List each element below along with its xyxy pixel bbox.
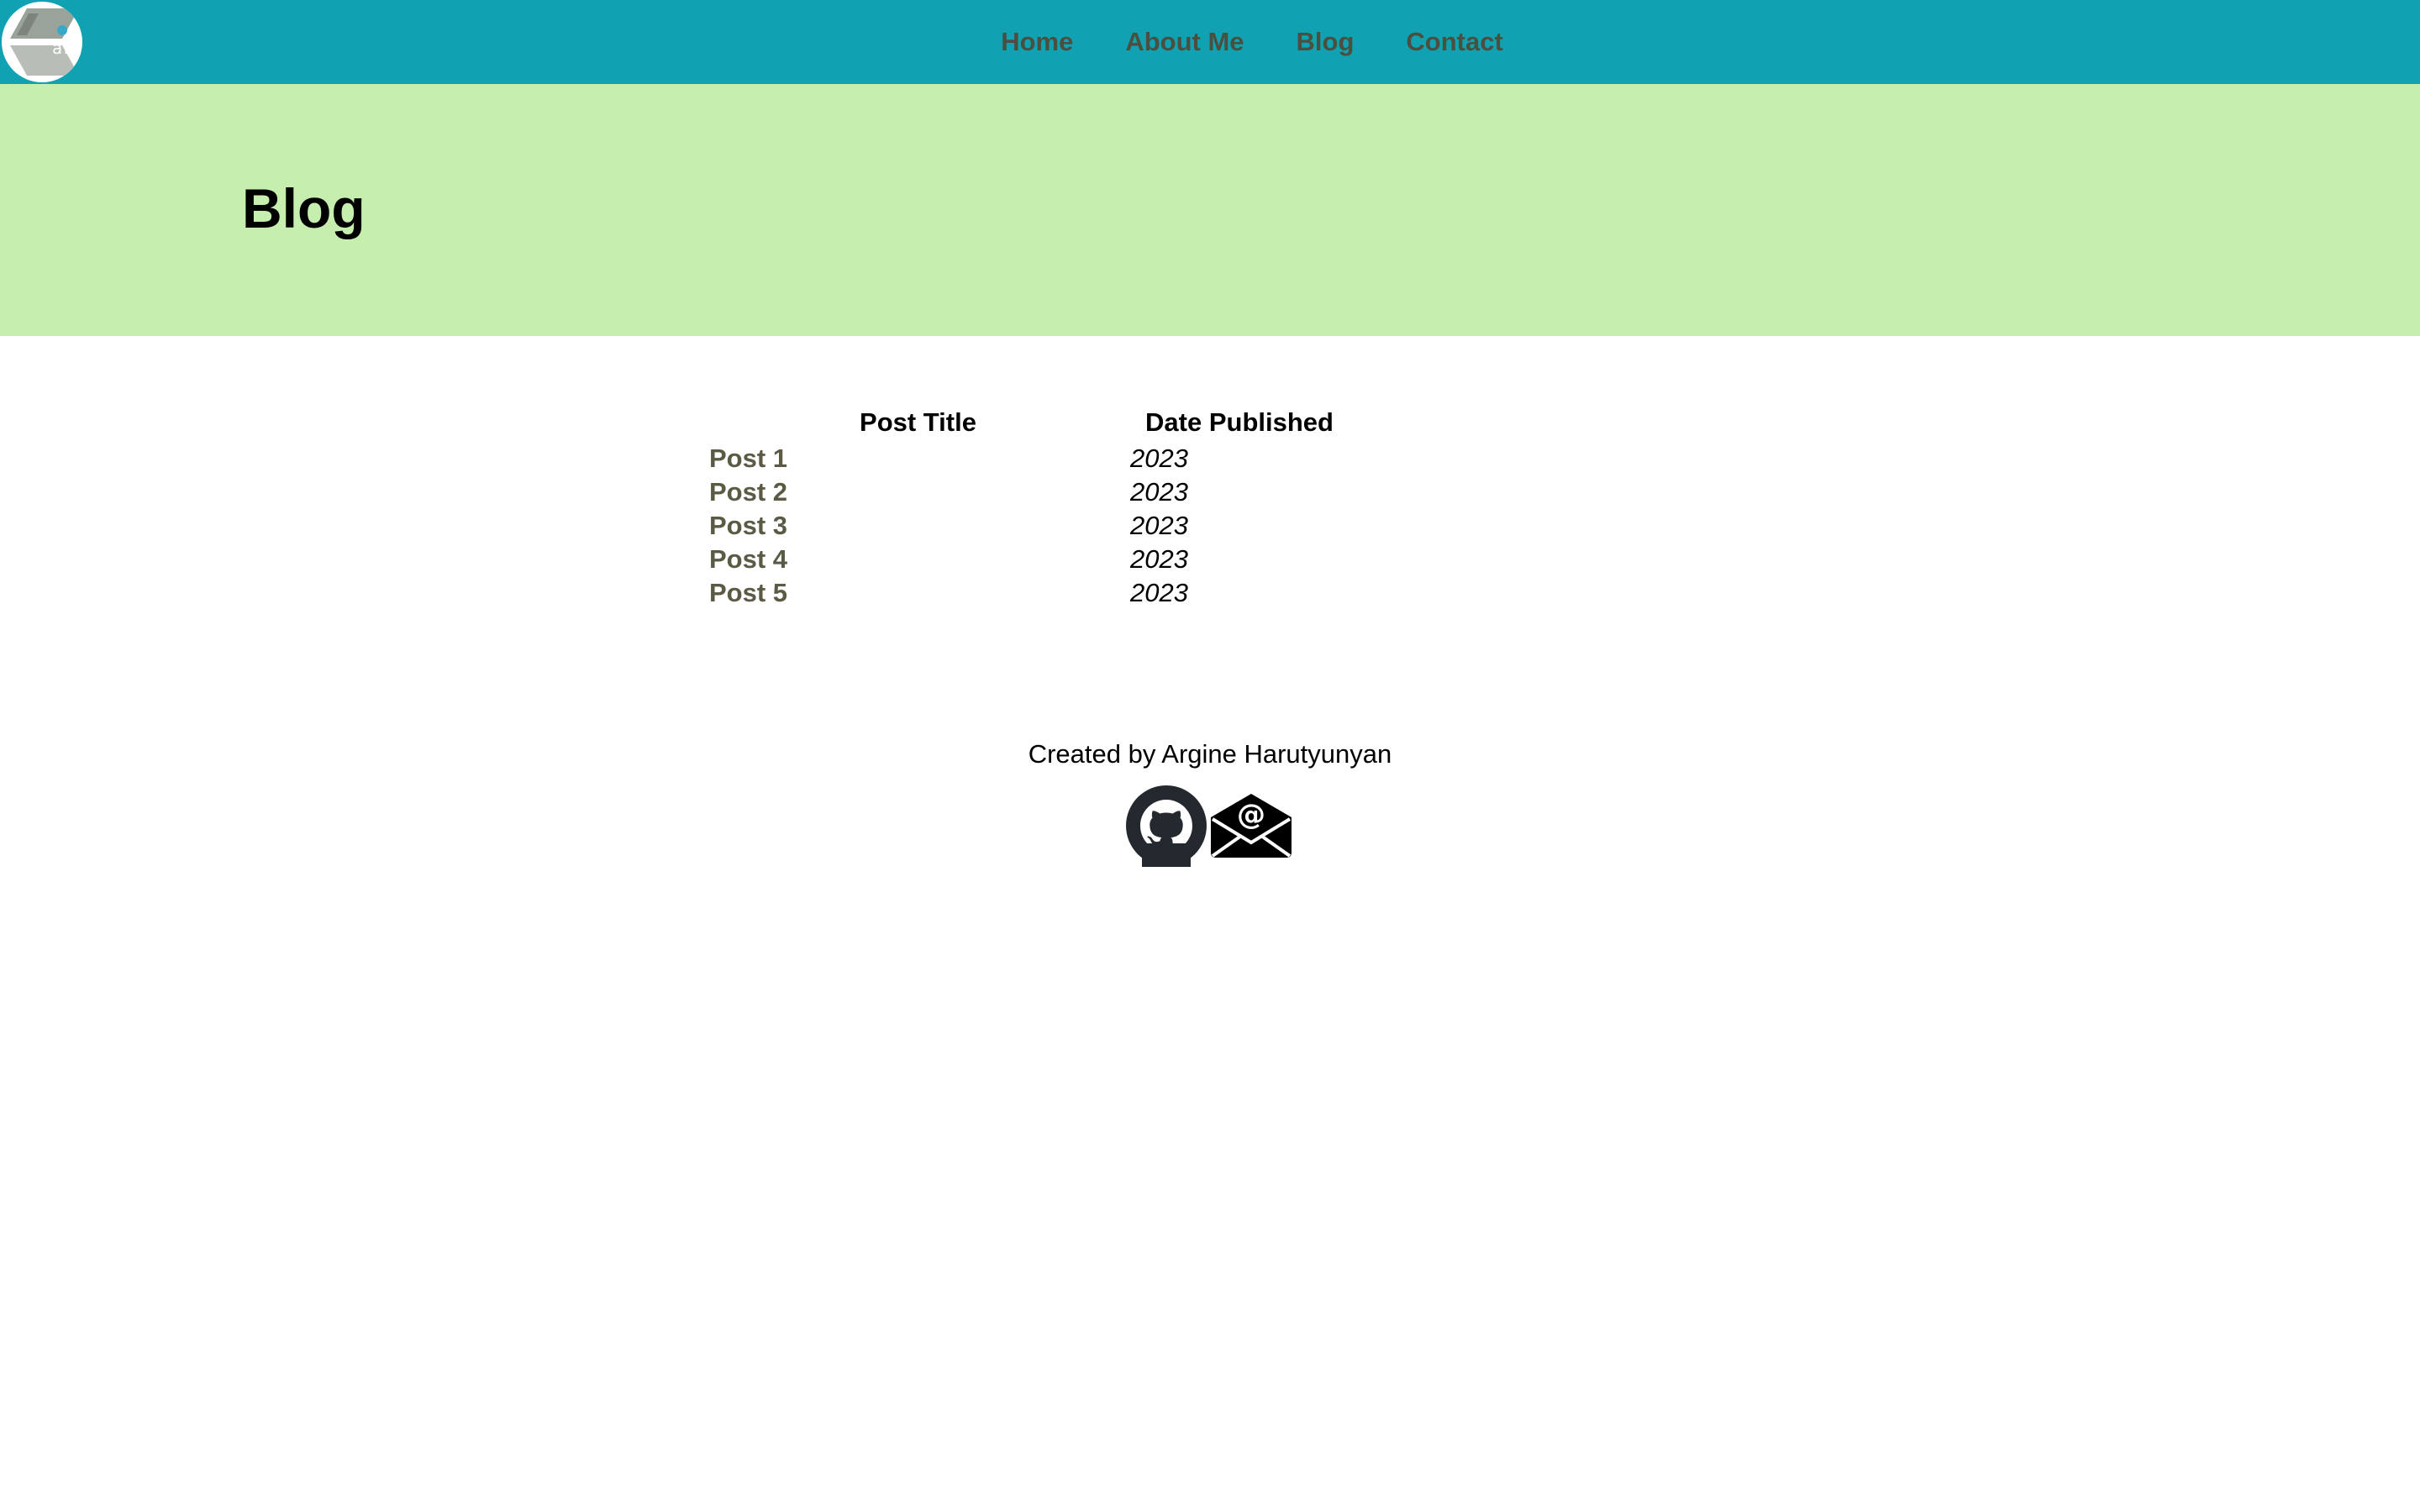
table-row: Post 5 2023 [706,576,1349,610]
post-link[interactable]: Post 2 [706,477,787,507]
header-date-published: Date Published [1145,407,1334,437]
nav-links: Home About Me Blog Contact [0,0,2420,84]
post-date: 2023 [1130,544,1188,574]
post-link[interactable]: Post 3 [706,511,787,540]
footer-icons: @ [0,785,2420,867]
post-link[interactable]: Post 5 [706,578,787,607]
nav-home[interactable]: Home [1001,27,1073,57]
nav-about[interactable]: About Me [1125,27,1244,57]
post-link[interactable]: Post 4 [706,544,787,574]
email-icon: @ [1211,794,1292,858]
post-date: 2023 [1130,511,1188,540]
github-icon [1126,785,1207,867]
github-link[interactable] [1125,785,1207,867]
post-date: 2023 [1130,477,1188,507]
hero-banner: Blog [0,84,2420,336]
post-date: 2023 [1130,444,1188,473]
footer: Created by Argine Harutyunyan @ [0,739,2420,867]
nav-blog[interactable]: Blog [1297,27,1355,57]
header-post-title: Post Title [860,407,976,437]
table-row: Post 2 2023 [706,475,1349,509]
navbar: arg Home About Me Blog Contact [0,0,2420,84]
page-title: Blog [242,177,366,239]
posts-table: Post Title Date Published Post 1 2023 Po… [706,403,1349,610]
post-link[interactable]: Post 1 [706,444,787,473]
email-link[interactable]: @ [1207,792,1295,859]
table-row: Post 3 2023 [706,509,1349,543]
svg-text:@: @ [1237,798,1265,832]
table-header-row: Post Title Date Published [706,403,1349,442]
footer-credit: Created by Argine Harutyunyan [1028,739,1392,769]
table-row: Post 4 2023 [706,543,1349,576]
nav-contact[interactable]: Contact [1406,27,1502,57]
table-row: Post 1 2023 [706,442,1349,475]
post-date: 2023 [1130,578,1188,607]
